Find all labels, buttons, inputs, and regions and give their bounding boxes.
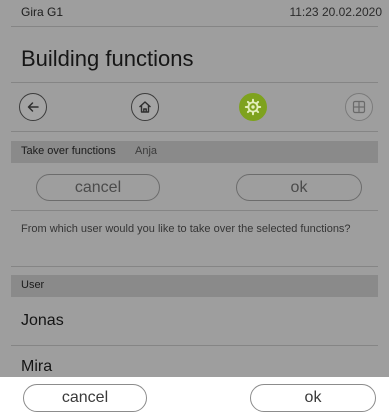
back-button[interactable] bbox=[19, 93, 47, 121]
gear-icon bbox=[244, 98, 262, 116]
dialog-ok-label: ok bbox=[290, 178, 308, 196]
users-header: User bbox=[11, 275, 378, 297]
ok-button[interactable]: ok bbox=[250, 384, 376, 412]
divider bbox=[11, 266, 378, 267]
divider bbox=[11, 82, 378, 83]
settings-button[interactable] bbox=[239, 93, 267, 121]
takeover-header: Take over functions Anja bbox=[11, 141, 378, 163]
grid-button[interactable] bbox=[345, 93, 373, 121]
dimmed-screen: Gira G1 11:23 20.02.2020 Building functi… bbox=[0, 0, 389, 377]
grid-icon bbox=[352, 100, 366, 114]
clock: 11:23 20.02.2020 bbox=[289, 5, 382, 19]
home-icon bbox=[139, 101, 151, 113]
list-item-user-mira[interactable]: Mira bbox=[21, 358, 52, 376]
question-text: From which user would you like to take o… bbox=[21, 223, 351, 235]
takeover-label: Take over functions bbox=[21, 145, 116, 157]
back-icon bbox=[27, 102, 39, 112]
ok-label: ok bbox=[304, 389, 322, 406]
divider bbox=[11, 26, 378, 27]
dialog-cancel-label: cancel bbox=[74, 178, 122, 196]
dialog-ok-button[interactable]: ok bbox=[236, 174, 362, 201]
takeover-user: Anja bbox=[135, 145, 158, 157]
status-bar: Gira G1 11:23 20.02.2020 bbox=[0, 0, 389, 26]
users-header-label: User bbox=[21, 279, 45, 291]
list-item-user-jonas[interactable]: Jonas bbox=[21, 312, 64, 330]
home-button[interactable] bbox=[131, 93, 159, 121]
divider bbox=[11, 131, 378, 132]
divider bbox=[11, 345, 378, 346]
cancel-label: cancel bbox=[61, 389, 109, 406]
device-name: Gira G1 bbox=[21, 5, 64, 19]
cancel-button[interactable]: cancel bbox=[23, 384, 147, 412]
page-title: Building functions bbox=[21, 46, 194, 71]
divider bbox=[11, 210, 378, 211]
dialog-cancel-button[interactable]: cancel bbox=[36, 174, 160, 201]
